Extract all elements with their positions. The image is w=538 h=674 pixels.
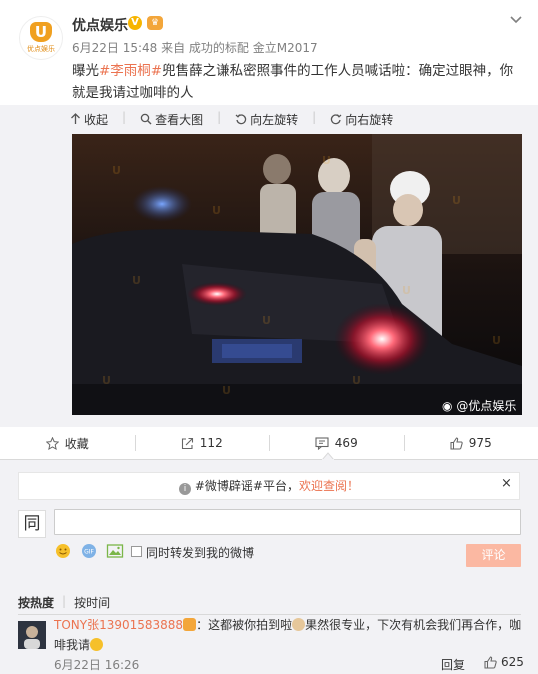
repost-icon bbox=[181, 437, 193, 449]
reply-button[interactable]: 回复 bbox=[441, 656, 465, 673]
author-avatar[interactable]: U 优点娱乐 bbox=[19, 16, 63, 60]
member-crown-icon: ♛ bbox=[147, 16, 163, 30]
submit-comment-button[interactable]: 评论 bbox=[466, 544, 521, 567]
info-icon: i bbox=[179, 483, 192, 495]
comment-like-button[interactable]: 625 bbox=[484, 655, 524, 669]
post-text: 曝光#李雨桐#兜售薛之谦私密照事件的工作人员喊话啦：确定过眼神，你就是我请过咖啡… bbox=[72, 60, 522, 104]
like-button[interactable]: 975 bbox=[403, 428, 538, 458]
post-meta: 6月22日 15:48 来自 成功的标配 金立M2017 bbox=[72, 41, 318, 55]
comment-button[interactable]: 469 bbox=[269, 428, 404, 458]
brand-logo-icon: U bbox=[30, 22, 52, 42]
rotate-left-icon bbox=[235, 114, 247, 125]
crown-icon bbox=[183, 618, 197, 631]
repost-count: 112 bbox=[199, 436, 223, 450]
post-photo[interactable]: U U U U U U U U U U U bbox=[72, 134, 522, 415]
svg-text:U: U bbox=[102, 374, 111, 387]
thumbs-up-icon bbox=[484, 655, 497, 669]
view-large-label: 查看大图 bbox=[155, 112, 204, 127]
comment-text-part: ：这都被你拍到啦 bbox=[196, 618, 293, 632]
commenter-avatar[interactable] bbox=[18, 621, 46, 649]
favorite-button[interactable]: 收藏 bbox=[0, 428, 135, 458]
tab-by-hot[interactable]: 按热度 bbox=[18, 594, 54, 611]
also-repost-checkbox[interactable] bbox=[131, 546, 142, 557]
tab-divider: | bbox=[62, 594, 67, 608]
svg-text:U: U bbox=[132, 274, 141, 287]
emoji-surprised-icon bbox=[292, 618, 306, 631]
svg-text:U: U bbox=[492, 334, 501, 347]
thumbs-up-icon bbox=[450, 436, 463, 450]
comment-like-count: 625 bbox=[501, 655, 524, 669]
watermark-text: @优点娱乐 bbox=[456, 399, 517, 413]
search-icon bbox=[140, 113, 152, 125]
svg-text:U: U bbox=[112, 164, 121, 177]
topic-link[interactable]: #李雨桐# bbox=[99, 63, 162, 79]
notice-text: #微博辟谣#平台， bbox=[194, 479, 299, 493]
collapse-button[interactable]: 收起 bbox=[70, 110, 108, 128]
author-name[interactable]: 优点娱乐 bbox=[72, 15, 128, 35]
toolbar-divider: | bbox=[217, 110, 222, 124]
repost-button[interactable]: 112 bbox=[134, 428, 270, 458]
comment-date: 6月22日 16:26 bbox=[54, 658, 140, 672]
comment-input[interactable] bbox=[54, 509, 521, 535]
svg-text:U: U bbox=[452, 194, 461, 207]
image-icon[interactable] bbox=[106, 543, 124, 559]
tab-by-time[interactable]: 按时间 bbox=[74, 594, 110, 611]
arrow-up-icon bbox=[71, 113, 80, 124]
toolbar-divider: | bbox=[122, 110, 127, 124]
like-count: 975 bbox=[468, 436, 492, 450]
my-avatar[interactable]: 同 bbox=[18, 510, 46, 538]
favorite-label: 收藏 bbox=[64, 436, 89, 451]
comment-sort-tabs: 按热度 | 按时间 bbox=[18, 594, 110, 611]
emoji-smile-icon bbox=[90, 638, 104, 651]
post-text-part: 曝光 bbox=[72, 63, 99, 79]
photo-scene: U U U U U U U U U U U bbox=[72, 134, 522, 415]
rotate-right-button[interactable]: 向右旋转 bbox=[330, 110, 393, 128]
rotate-left-label: 向左旋转 bbox=[250, 112, 299, 127]
rumor-notice: i #微博辟谣#平台，欢迎查阅！ bbox=[18, 472, 520, 500]
verified-icon: V bbox=[128, 16, 142, 30]
view-large-button[interactable]: 查看大图 bbox=[140, 110, 203, 128]
star-icon bbox=[45, 436, 59, 450]
caret-pointer bbox=[322, 452, 334, 460]
toolbar-divider: | bbox=[312, 110, 317, 124]
svg-text:GIF: GIF bbox=[84, 549, 94, 556]
svg-text:U: U bbox=[262, 314, 271, 327]
collapse-label: 收起 bbox=[84, 112, 109, 127]
media-toolbar: 收起 | 查看大图 | 向左旋转 | 向右旋转 bbox=[70, 110, 393, 128]
post-action-bar: 收藏 112 469 975 bbox=[0, 428, 538, 458]
commenter-name[interactable]: TONY张13901583888 bbox=[54, 618, 183, 632]
weibo-logo-icon: ◉ bbox=[442, 399, 453, 413]
comment-text: TONY张13901583888 ：这都被你拍到啦 果然很专业，下次有机会我们再合作… bbox=[54, 615, 524, 655]
photo-watermark: ◉ @优点娱乐 bbox=[442, 397, 516, 414]
svg-text:U: U bbox=[352, 374, 361, 387]
svg-text:U: U bbox=[222, 384, 231, 397]
comment-icon bbox=[315, 436, 329, 450]
rotate-left-button[interactable]: 向左旋转 bbox=[235, 110, 298, 128]
notice-link[interactable]: 欢迎查阅！ bbox=[299, 479, 359, 493]
gif-icon[interactable]: GIF bbox=[80, 543, 98, 559]
emoji-icon[interactable] bbox=[54, 543, 72, 559]
close-icon[interactable]: × bbox=[501, 476, 512, 491]
comment-count: 469 bbox=[334, 436, 358, 450]
svg-text:U: U bbox=[322, 154, 331, 167]
svg-text:U: U bbox=[212, 204, 221, 217]
rotate-right-icon bbox=[331, 114, 342, 125]
commenter-photo bbox=[18, 621, 46, 649]
rotate-right-label: 向右旋转 bbox=[345, 112, 394, 127]
chevron-down-icon[interactable] bbox=[508, 12, 524, 28]
svg-text:U: U bbox=[402, 284, 411, 297]
avatar-caption: 优点娱乐 bbox=[27, 45, 55, 53]
also-repost-label: 同时转发到我的微博 bbox=[146, 546, 255, 560]
